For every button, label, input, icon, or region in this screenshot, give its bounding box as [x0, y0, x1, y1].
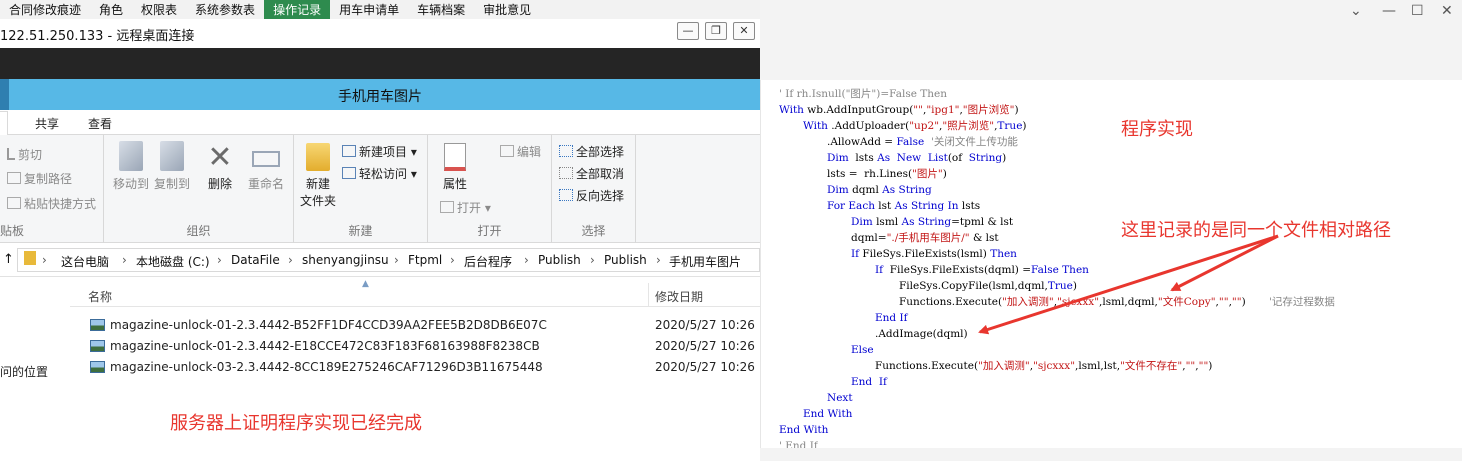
- arrow-to-add-image: [978, 234, 1279, 335]
- annotation-arrows: [978, 234, 1279, 335]
- arrow-to-copy-log: [1170, 234, 1279, 292]
